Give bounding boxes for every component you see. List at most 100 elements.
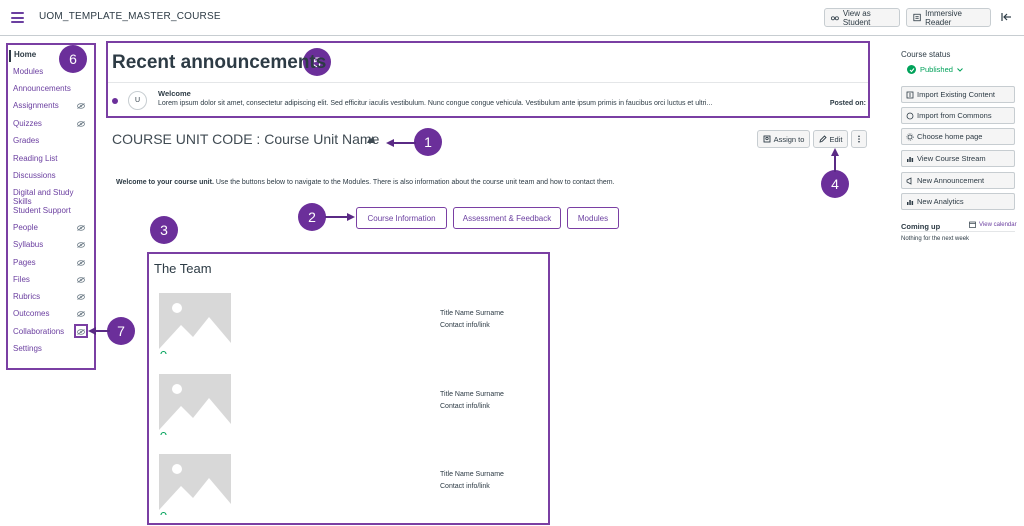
hidden-eye-icon: [77, 121, 85, 127]
new-announcement-label: New Announcement: [917, 176, 985, 185]
course-status-label: Course status: [901, 50, 951, 59]
nav-item-student-support[interactable]: Student Support: [13, 206, 93, 218]
welcome-text: Welcome to your course unit. Use the but…: [116, 179, 615, 186]
course-navigation: Home Modules Announcements Assignments Q…: [6, 43, 96, 370]
analytics-icon: [907, 199, 914, 205]
annotation-arrow-7: [88, 327, 110, 335]
immersive-reader-label: Immersive Reader: [925, 8, 962, 27]
welcome-bold: Welcome to your course unit.: [116, 179, 214, 186]
view-calendar-label: View calendar: [979, 221, 1017, 228]
hamburger-menu-icon[interactable]: [11, 12, 24, 23]
annotation-badge-2: 2: [298, 203, 326, 231]
new-announcement-button[interactable]: New Announcement: [901, 172, 1015, 189]
course-title: UOM_TEMPLATE_MASTER_COURSE: [39, 11, 221, 22]
team-member-name: Title Name Surname: [440, 391, 504, 398]
assessment-feedback-button[interactable]: Assessment & Feedback: [453, 207, 561, 229]
published-status-icon: [160, 350, 167, 355]
published-label: Published: [920, 65, 953, 74]
welcome-rest: Use the buttons below to navigate to the…: [213, 179, 615, 186]
bar-chart-icon: [907, 156, 914, 162]
hidden-eye-icon: [77, 294, 85, 300]
chevron-down-icon: [957, 67, 963, 72]
check-icon: [907, 65, 916, 74]
published-status-icon: [160, 511, 167, 516]
assign-icon: [763, 135, 771, 143]
hidden-eye-icon: [77, 311, 85, 317]
settings-icon: [906, 132, 914, 141]
nav-item-reading-list[interactable]: Reading List: [13, 154, 93, 166]
edit-button[interactable]: Edit: [813, 130, 848, 148]
immersive-reader-button[interactable]: Immersive Reader: [906, 8, 991, 27]
hidden-eye-icon: [77, 260, 85, 266]
divider: [108, 82, 868, 83]
annotation-badge-3: 3: [150, 216, 178, 244]
nav-item-grades[interactable]: Grades: [13, 136, 93, 148]
import-from-commons-label: Import from Commons: [917, 111, 992, 120]
posted-on-label: Posted on:: [829, 100, 866, 107]
team-member-name: Title Name Surname: [440, 471, 504, 478]
team-member-contact[interactable]: Contact info/link: [440, 403, 490, 410]
team-member-photo-placeholder: [159, 374, 231, 430]
glasses-icon: [831, 16, 839, 21]
assign-to-label: Assign to: [773, 134, 805, 144]
image-placeholder-icon: [159, 454, 231, 510]
top-bar: UOM_TEMPLATE_MASTER_COURSE View as Stude…: [0, 0, 1024, 36]
kebab-menu-icon: [858, 135, 860, 143]
image-placeholder-icon: [159, 293, 231, 349]
announcement-title[interactable]: Welcome: [158, 89, 191, 98]
import-icon: [906, 91, 914, 98]
published-status-icon: [160, 431, 167, 436]
new-analytics-label: New Analytics: [917, 197, 964, 206]
hidden-eye-icon: [77, 329, 85, 335]
view-course-stream-button[interactable]: View Course Stream: [901, 150, 1015, 167]
annotation-badge-6: 6: [59, 45, 87, 73]
annotation-arrow-2: [325, 213, 355, 221]
team-panel: The Team Title Name Surname Contact info…: [147, 252, 550, 525]
divider: [901, 231, 1015, 232]
hidden-eye-icon: [77, 242, 85, 248]
import-existing-content-label: Import Existing Content: [917, 90, 995, 99]
nav-item-announcements[interactable]: Announcements: [13, 84, 93, 96]
nav-item-discussions[interactable]: Discussions: [13, 171, 93, 183]
immersive-reader-small-icon[interactable]: [366, 136, 376, 144]
view-as-student-label: View as Student: [842, 8, 871, 27]
team-member-photo-placeholder: [159, 293, 231, 349]
coming-up-heading: Coming up: [901, 222, 941, 231]
megaphone-icon: [906, 176, 912, 185]
more-options-button[interactable]: [851, 130, 867, 148]
team-heading: The Team: [154, 261, 212, 276]
nav-item-settings[interactable]: Settings: [13, 344, 93, 356]
choose-home-page-label: Choose home page: [917, 132, 983, 141]
hidden-eye-icon: [77, 103, 85, 109]
annotation-badge-1: 1: [414, 128, 442, 156]
hidden-eye-icon: [77, 225, 85, 231]
pencil-icon: [818, 135, 827, 143]
image-placeholder-icon: [159, 374, 231, 430]
import-from-commons-button[interactable]: Import from Commons: [901, 107, 1015, 124]
hidden-eye-icon: [77, 277, 85, 283]
team-member-contact[interactable]: Contact info/link: [440, 483, 490, 490]
avatar[interactable]: U: [128, 91, 147, 110]
new-analytics-button[interactable]: New Analytics: [901, 193, 1015, 210]
annotation-badge-4: 4: [821, 170, 849, 198]
view-calendar-link[interactable]: View calendar: [969, 221, 1017, 228]
import-existing-content-button[interactable]: Import Existing Content: [901, 86, 1015, 103]
nav-item-digital-study-skills[interactable]: Digital and Study Skills: [13, 188, 93, 206]
no-upcoming-text: Nothing for the next week: [901, 236, 970, 242]
annotation-badge-7: 7: [107, 317, 135, 345]
view-as-student-button[interactable]: View as Student: [824, 8, 900, 27]
modules-button[interactable]: Modules: [567, 207, 619, 229]
reader-icon: [913, 13, 921, 22]
view-course-stream-label: View Course Stream: [917, 154, 986, 163]
choose-home-page-button[interactable]: Choose home page: [901, 128, 1015, 145]
team-member-contact[interactable]: Contact info/link: [440, 322, 490, 329]
edit-label: Edit: [829, 134, 843, 144]
published-status-button[interactable]: Published: [907, 65, 963, 74]
recent-announcements-panel: Recent announcements U Welcome Lorem ips…: [106, 41, 870, 118]
calendar-icon: [969, 221, 976, 228]
assign-to-button[interactable]: Assign to: [757, 130, 810, 148]
course-information-button[interactable]: Course Information: [356, 207, 447, 229]
collapse-sidebar-icon[interactable]: [1000, 11, 1012, 23]
announcements-heading: Recent announcements: [112, 52, 327, 73]
annotation-arrow-1: [386, 139, 416, 147]
